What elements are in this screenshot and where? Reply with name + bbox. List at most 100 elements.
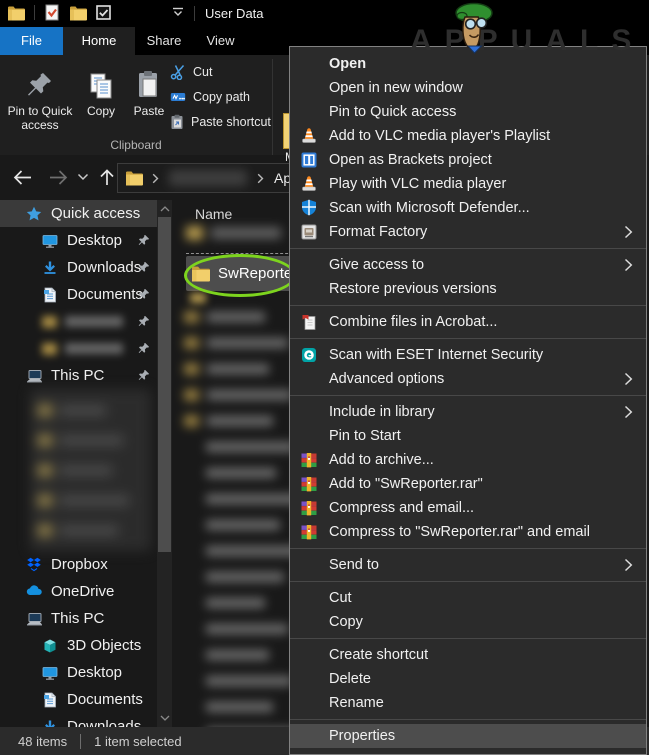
sidebar-item-dropbox[interactable]: Dropbox [0,551,157,578]
menu-item-label: Add to VLC media player's Playlist [329,128,551,144]
window-title: User Data [205,6,264,21]
menu-item-properties[interactable]: Properties [290,724,646,748]
sidebar-scrollbar[interactable] [157,200,172,727]
sidebar-item-desktop[interactable]: Desktop [0,659,157,686]
icon-spacer [300,670,318,688]
tab-view[interactable]: View [193,27,248,55]
sidebar-item-documents[interactable]: Documents [0,686,157,713]
scrollbar-up-icon[interactable] [157,201,172,217]
menu-item-copy[interactable]: Copy [290,610,646,634]
paste-icon [136,60,162,100]
sidebar-item-downloads[interactable]: Downloads [0,254,157,281]
menu-item-format-factory[interactable]: Format Factory [290,220,646,244]
submenu-arrow-icon [624,558,633,572]
redacted-file-row[interactable] [190,293,206,303]
tab-share[interactable]: Share [135,27,193,55]
watermark-text: APPUALS [410,24,645,57]
sidebar-item-this-pc[interactable]: This PC [0,605,157,632]
breadcrumb-redacted[interactable] [169,170,247,186]
sidebar-item-desktop[interactable]: Desktop [0,227,157,254]
menu-item-pin-to-quick-access[interactable]: Pin to Quick access [290,100,646,124]
menu-item-label: Compress to "SwReporter.rar" and email [329,524,590,540]
winrar-icon [300,523,318,541]
breadcrumb-chevron-icon[interactable] [257,173,264,184]
cut-button[interactable]: Cut [170,59,271,84]
menu-item-restore-previous-versions[interactable]: Restore previous versions [290,277,646,301]
menu-item-open-in-new-window[interactable]: Open in new window [290,76,646,100]
paste-button[interactable]: Paste [124,58,174,134]
menu-item-open-as-brackets-project[interactable]: Open as Brackets project [290,148,646,172]
sidebar-item-quick-access[interactable]: Quick access [0,200,157,227]
tab-file[interactable]: File [0,27,63,55]
name-column-header[interactable]: Name [195,206,232,222]
icon-spacer [300,103,318,121]
sidebar-item-3d-objects[interactable]: 3D Objects [0,632,157,659]
vlc-icon [300,127,318,145]
redacted-file-row[interactable] [186,226,281,240]
menu-item-rename[interactable]: Rename [290,691,646,715]
documents-icon [42,287,58,303]
menu-item-combine-files-in-acrobat[interactable]: Combine files in Acrobat... [290,310,646,334]
paste-shortcut-button[interactable]: Paste shortcut [170,109,271,134]
back-icon[interactable] [12,168,33,187]
up-icon[interactable] [98,168,116,187]
menu-item-add-to-archive[interactable]: Add to archive... [290,448,646,472]
sidebar-item-downloads[interactable]: Downloads [0,713,157,727]
sidebar-item-this-pc[interactable]: This PC [0,362,157,389]
menu-item-label: Play with VLC media player [329,176,507,192]
menu-item-give-access-to[interactable]: Give access to [290,253,646,277]
menu-item-add-to-vlc-media-player-s-playlist[interactable]: Add to VLC media player's Playlist [290,124,646,148]
checkbox-icon[interactable] [96,5,111,20]
menu-item-delete[interactable]: Delete [290,667,646,691]
downloads-icon [42,719,58,727]
menu-item-scan-with-eset-internet-security[interactable]: Scan with ESET Internet Security [290,343,646,367]
submenu-arrow-icon [624,405,633,419]
tab-home[interactable]: Home [63,27,135,55]
menu-item-compress-and-email[interactable]: Compress and email... [290,496,646,520]
eset-icon [300,346,318,364]
menu-item-cut[interactable]: Cut [290,586,646,610]
copy-button[interactable]: Copy [78,58,124,134]
menu-item-scan-with-microsoft-defender[interactable]: Scan with Microsoft Defender... [290,196,646,220]
menu-item-include-in-library[interactable]: Include in library [290,400,646,424]
scrollbar-thumb[interactable] [158,217,171,552]
menu-item-label: Copy [329,614,363,630]
copy-path-button[interactable]: Copy path [170,84,271,109]
history-caret-icon[interactable] [77,173,89,181]
menu-item-create-shortcut[interactable]: Create shortcut [290,643,646,667]
sidebar-item-label: Dropbox [51,556,108,573]
title-bar: User Data [0,0,649,27]
icon-spacer [300,370,318,388]
folder-icon[interactable] [7,5,25,21]
sidebar-item-redacted[interactable] [0,335,157,362]
format-factory-icon [300,223,318,241]
icon-spacer [300,55,318,73]
sidebar-item-label: Downloads [67,259,142,276]
sidebar-item-redacted[interactable] [0,308,157,335]
menu-item-label: Add to "SwReporter.rar" [329,476,483,492]
forward-icon[interactable] [48,168,69,187]
icon-spacer [300,79,318,97]
menu-item-compress-to-swreporter-rar-and-email[interactable]: Compress to "SwReporter.rar" and email [290,520,646,544]
menu-item-pin-to-start[interactable]: Pin to Start [290,424,646,448]
breadcrumb-chevron-icon[interactable] [152,173,159,184]
menu-item-add-to-swreporter-rar[interactable]: Add to "SwReporter.rar" [290,472,646,496]
redacted-content [42,315,123,328]
menu-item-advanced-options[interactable]: Advanced options [290,367,646,391]
pin-button[interactable]: Pin to Quick access [2,58,78,134]
menu-item-label: Include in library [329,404,435,420]
winrar-icon [300,499,318,517]
sidebar-item-onedrive[interactable]: OneDrive [0,578,157,605]
pin-icon [26,60,54,100]
scrollbar-down-icon[interactable] [157,710,172,726]
document-check-icon[interactable] [44,4,60,21]
menu-item-send-to[interactable]: Send to [290,553,646,577]
customize-qat-caret-icon[interactable] [172,7,184,17]
folder-icon[interactable] [69,5,87,21]
sidebar-item-documents[interactable]: Documents [0,281,157,308]
pin-icon [137,234,150,247]
icon-spacer [300,403,318,421]
menu-item-label: Scan with Microsoft Defender... [329,200,530,216]
menu-item-play-with-vlc-media-player[interactable]: Play with VLC media player [290,172,646,196]
dropbox-icon [26,557,42,573]
